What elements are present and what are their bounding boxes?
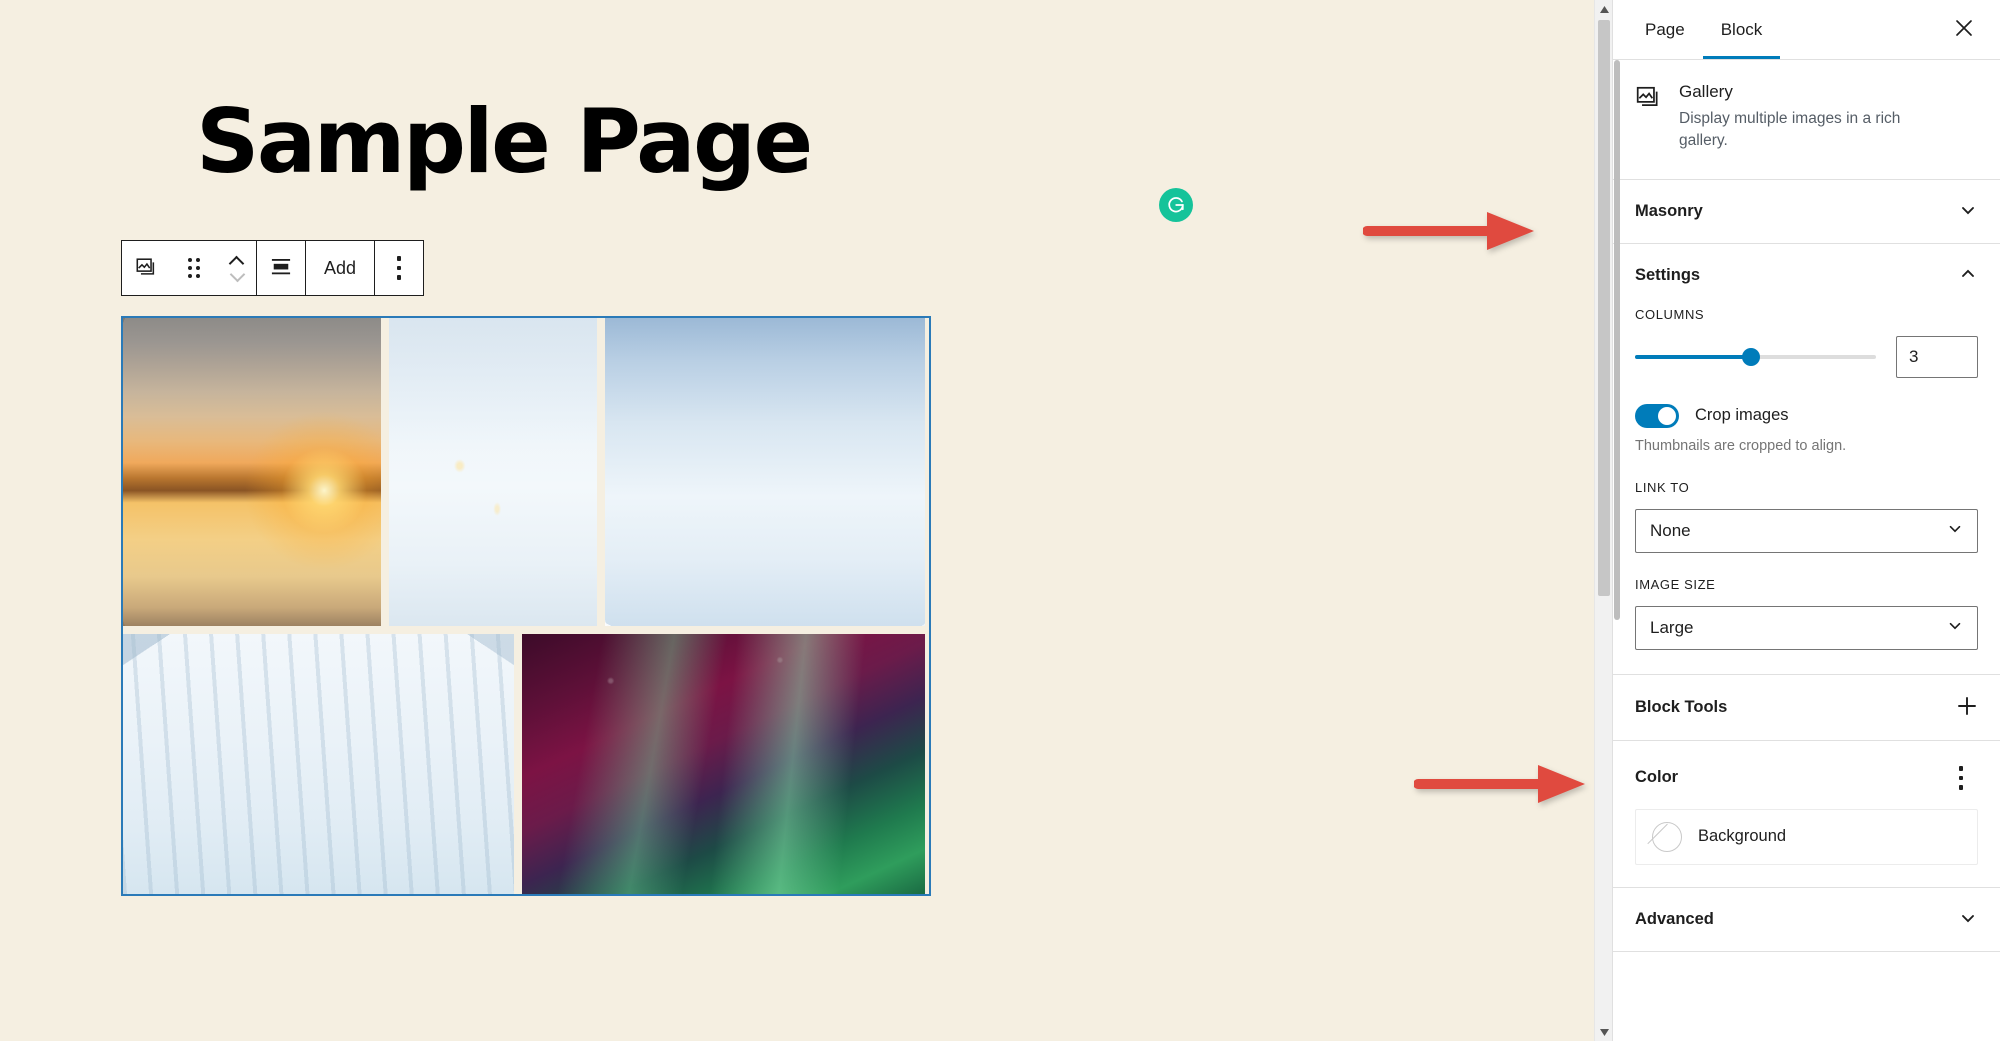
section-settings-title: Settings	[1635, 265, 1701, 284]
crop-images-help-text: Thumbnails are cropped to align.	[1635, 437, 1847, 454]
sidebar-scrollbar-thumb[interactable]	[1614, 60, 1620, 620]
block-description: Display multiple images in a rich galler…	[1679, 110, 1901, 150]
chevron-down-icon	[1958, 200, 1978, 223]
gallery-row	[123, 318, 929, 626]
gallery-image-frost-covered-branches[interactable]	[605, 318, 925, 626]
section-color-header: Color	[1613, 741, 2000, 809]
gallery-block[interactable]	[121, 316, 931, 896]
block-editor-screen: Sample Page Add Page Block Gallery Displ…	[0, 0, 2000, 1041]
section-color-title: Color	[1635, 768, 1679, 787]
block-name: Gallery	[1679, 82, 1733, 101]
section-block-tools-title: Block Tools	[1635, 697, 1728, 716]
editor-canvas[interactable]: Sample Page Add	[0, 0, 1612, 1041]
block-info-text: Gallery Display multiple images in a ric…	[1679, 82, 1939, 153]
crop-images-toggle-knob	[1658, 406, 1676, 425]
page-title[interactable]: Sample Page	[196, 98, 813, 186]
crop-images-toggle[interactable]	[1635, 403, 1679, 428]
block-toolbar-group-primary	[122, 241, 257, 295]
section-block-tools-header[interactable]: Block Tools	[1613, 675, 2000, 740]
section-settings-header[interactable]: Settings	[1613, 244, 2000, 307]
chevron-down-icon	[230, 271, 245, 280]
link-to-value: None	[1650, 520, 1691, 540]
gallery-image-snow-covered-pine-forest[interactable]	[123, 634, 514, 894]
color-options-button[interactable]	[1944, 761, 1978, 795]
link-to-select[interactable]: None	[1635, 508, 1978, 553]
close-icon	[1954, 18, 1974, 41]
section-masonry: Masonry	[1613, 180, 2000, 244]
crop-images-control: Crop images	[1635, 403, 1978, 428]
columns-slider-fill	[1635, 354, 1751, 359]
drag-handle-icon	[188, 258, 200, 278]
align-button[interactable]	[257, 241, 305, 295]
image-size-label: IMAGE SIZE	[1635, 576, 1716, 592]
columns-label: COLUMNS	[1635, 306, 1705, 322]
section-settings-body: COLUMNS 3 Crop images Thumbnails are cro…	[1613, 307, 2000, 674]
background-color-label: Background	[1698, 827, 1787, 846]
chevron-down-icon	[1946, 519, 1964, 542]
columns-slider[interactable]	[1635, 347, 1876, 366]
columns-number-input[interactable]: 3	[1896, 335, 1978, 378]
gallery-icon	[135, 256, 157, 281]
section-settings: Settings COLUMNS 3 Crop images Thumbnail…	[1613, 244, 2000, 675]
link-to-label: LINK TO	[1635, 479, 1690, 495]
block-settings-sidebar: Page Block Gallery Display multiple imag…	[1612, 0, 2000, 1041]
grammarly-icon[interactable]	[1159, 188, 1193, 222]
section-block-tools: Block Tools	[1613, 675, 2000, 741]
canvas-scrollbar[interactable]	[1594, 0, 1612, 1041]
tab-page[interactable]: Page	[1627, 0, 1703, 59]
section-advanced-title: Advanced	[1635, 909, 1714, 928]
gallery-row	[123, 634, 929, 894]
block-options-button[interactable]	[375, 241, 424, 295]
sidebar-tabs: Page Block	[1613, 0, 2000, 60]
tab-block[interactable]: Block	[1702, 0, 1781, 59]
chevron-up-icon	[1958, 264, 1978, 287]
columns-control: 3	[1635, 335, 1978, 378]
scroll-up-arrow-icon[interactable]	[1595, 0, 1612, 18]
crop-images-label: Crop images	[1695, 406, 1789, 425]
gallery-icon	[1635, 84, 1661, 110]
block-type-button[interactable]	[122, 241, 170, 295]
image-size-value: Large	[1650, 617, 1694, 637]
section-color: Color Background	[1613, 741, 2000, 888]
gallery-image-winter-sunset-over-frozen-lake[interactable]	[123, 318, 381, 626]
background-color-row[interactable]: Background	[1635, 808, 1978, 865]
gallery-image-snowy-street-with-lampposts[interactable]	[389, 318, 597, 626]
drag-handle-button[interactable]	[170, 241, 218, 295]
editor-canvas-content: Sample Page Add	[0, 0, 1612, 1041]
block-toolbar-group-align	[257, 241, 306, 295]
ellipsis-vertical-icon	[396, 256, 402, 280]
section-advanced-header[interactable]: Advanced	[1613, 888, 2000, 951]
red-arrow-pointing-to-masonry	[1362, 207, 1538, 260]
plus-icon	[1956, 695, 1978, 720]
sidebar-scrollbar[interactable]	[1613, 60, 1621, 1041]
block-toolbar[interactable]: Add	[121, 240, 425, 296]
red-arrow-pointing-to-block-tools	[1413, 760, 1589, 813]
no-color-icon	[1652, 821, 1682, 852]
section-advanced: Advanced	[1613, 888, 2000, 952]
chevron-up-icon	[230, 257, 245, 266]
block-toolbar-group-more	[375, 241, 424, 295]
move-block-button[interactable]	[218, 241, 256, 295]
scroll-down-arrow-icon[interactable]	[1595, 1023, 1612, 1041]
align-full-width-icon	[270, 257, 292, 280]
chevron-down-icon	[1946, 616, 1964, 639]
ellipsis-vertical-icon	[1958, 766, 1964, 790]
section-masonry-header[interactable]: Masonry	[1613, 180, 2000, 243]
image-size-select[interactable]: Large	[1635, 605, 1978, 650]
chevron-down-icon	[1958, 908, 1978, 931]
block-toolbar-group-add: Add	[306, 241, 376, 295]
block-info-card: Gallery Display multiple images in a ric…	[1613, 60, 2000, 180]
add-images-button[interactable]: Add	[306, 241, 375, 295]
canvas-scrollbar-thumb[interactable]	[1598, 20, 1610, 596]
columns-slider-thumb[interactable]	[1741, 347, 1760, 366]
section-masonry-title: Masonry	[1635, 201, 1703, 220]
close-sidebar-button[interactable]	[1946, 12, 1982, 48]
gallery-image-aurora-borealis-night-sky[interactable]	[522, 634, 925, 894]
